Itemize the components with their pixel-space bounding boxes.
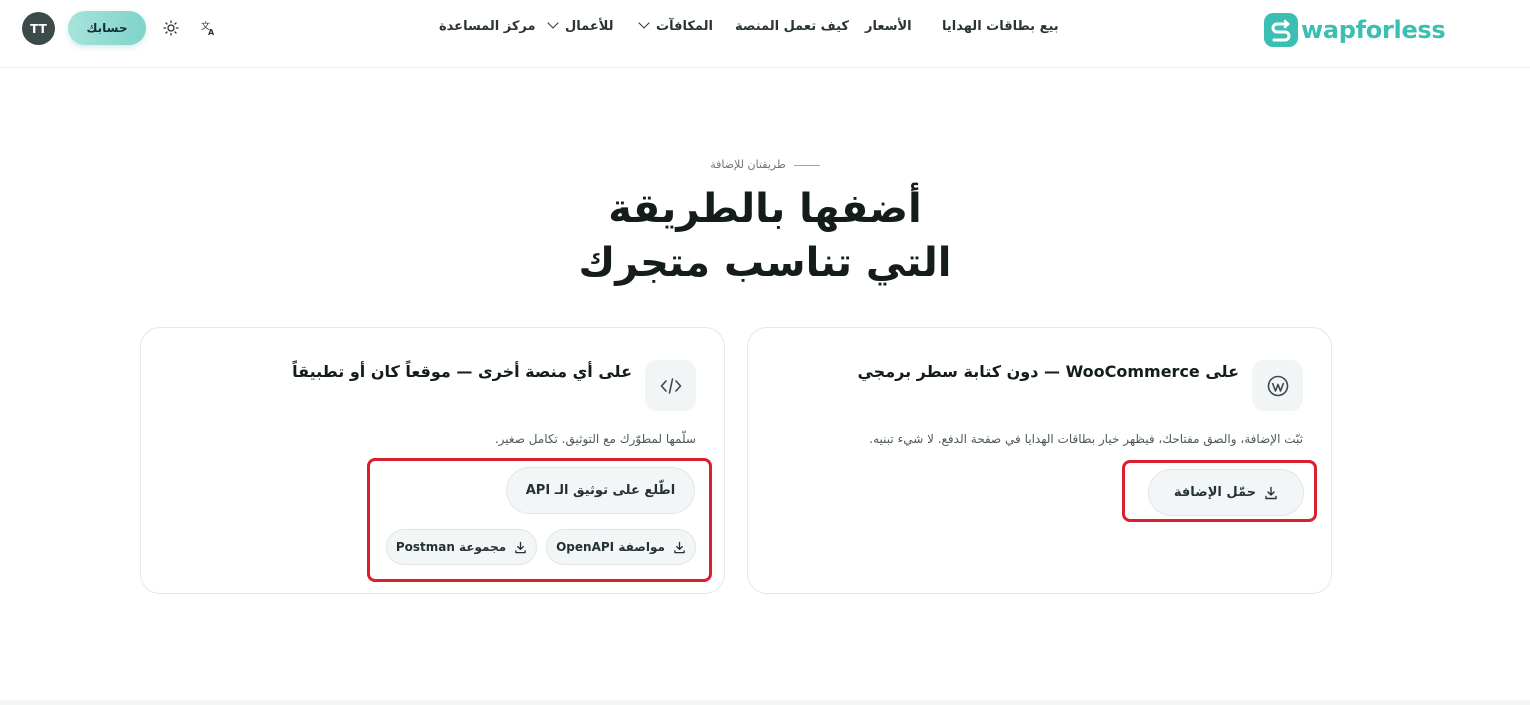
nav-business-dropdown[interactable]: للأعمال	[547, 17, 614, 41]
avatar[interactable]: TT	[22, 12, 55, 45]
nav-help-center[interactable]: مركز المساعدة	[439, 19, 536, 41]
nav-how-it-works[interactable]: كيف تعمل المنصة	[735, 19, 849, 41]
svg-text:A: A	[208, 28, 215, 36]
code-icon	[645, 360, 696, 411]
page: wapforless بيع بطاقات الهدايا الأسعار كي…	[0, 0, 1530, 705]
nav-sell-gift-cards[interactable]: بيع بطاقات الهدايا	[942, 19, 1059, 41]
chevron-down-icon	[547, 17, 559, 29]
nav-rewards-label: المكافآت	[656, 19, 713, 34]
page-bottom-edge	[0, 700, 1530, 705]
chevron-down-icon	[638, 17, 650, 29]
top-navigation-bar: wapforless بيع بطاقات الهدايا الأسعار كي…	[0, 0, 1530, 68]
account-button[interactable]: حسابك	[68, 11, 146, 45]
logo-s-icon	[1264, 13, 1298, 47]
logo-text: wapforless	[1301, 16, 1446, 44]
woocommerce-card-title: على WooCommerce — دون كتابة سطر برمجي	[857, 362, 1239, 381]
woocommerce-card-description: ثبّت الإضافة، والصق مفتاحك، فيظهر خيار ب…	[869, 432, 1303, 446]
other-platform-card-description: سلّمها لمطوّرك مع التوثيق. تكامل صغير.	[494, 432, 696, 446]
eyebrow-divider	[793, 164, 820, 166]
nav-business-label: للأعمال	[565, 19, 614, 34]
eyebrow-text: طريقتان للإضافة	[710, 158, 786, 171]
headline-line-2: التي تناسب متجرك	[578, 240, 952, 286]
headline-line-1: أضفها بالطريقة	[608, 186, 922, 232]
nav-rewards-dropdown[interactable]: المكافآت	[638, 17, 713, 41]
other-platform-card-title: على أي منصة أخرى — موقعاً كان أو تطبيقاً	[292, 362, 632, 381]
highlight-box-download-plugin	[1122, 460, 1317, 522]
translate-icon[interactable]: 文 A	[198, 18, 218, 38]
nav-pricing[interactable]: الأسعار	[865, 19, 912, 41]
sun-icon[interactable]	[161, 18, 181, 38]
highlight-box-api-actions	[367, 458, 712, 582]
page-headline: أضفها بالطريقة التي تناسب متجرك	[0, 182, 1530, 290]
swapforless-logo[interactable]: wapforless	[1264, 12, 1446, 48]
wordpress-icon	[1252, 360, 1303, 411]
section-eyebrow: طريقتان للإضافة	[0, 158, 1530, 171]
